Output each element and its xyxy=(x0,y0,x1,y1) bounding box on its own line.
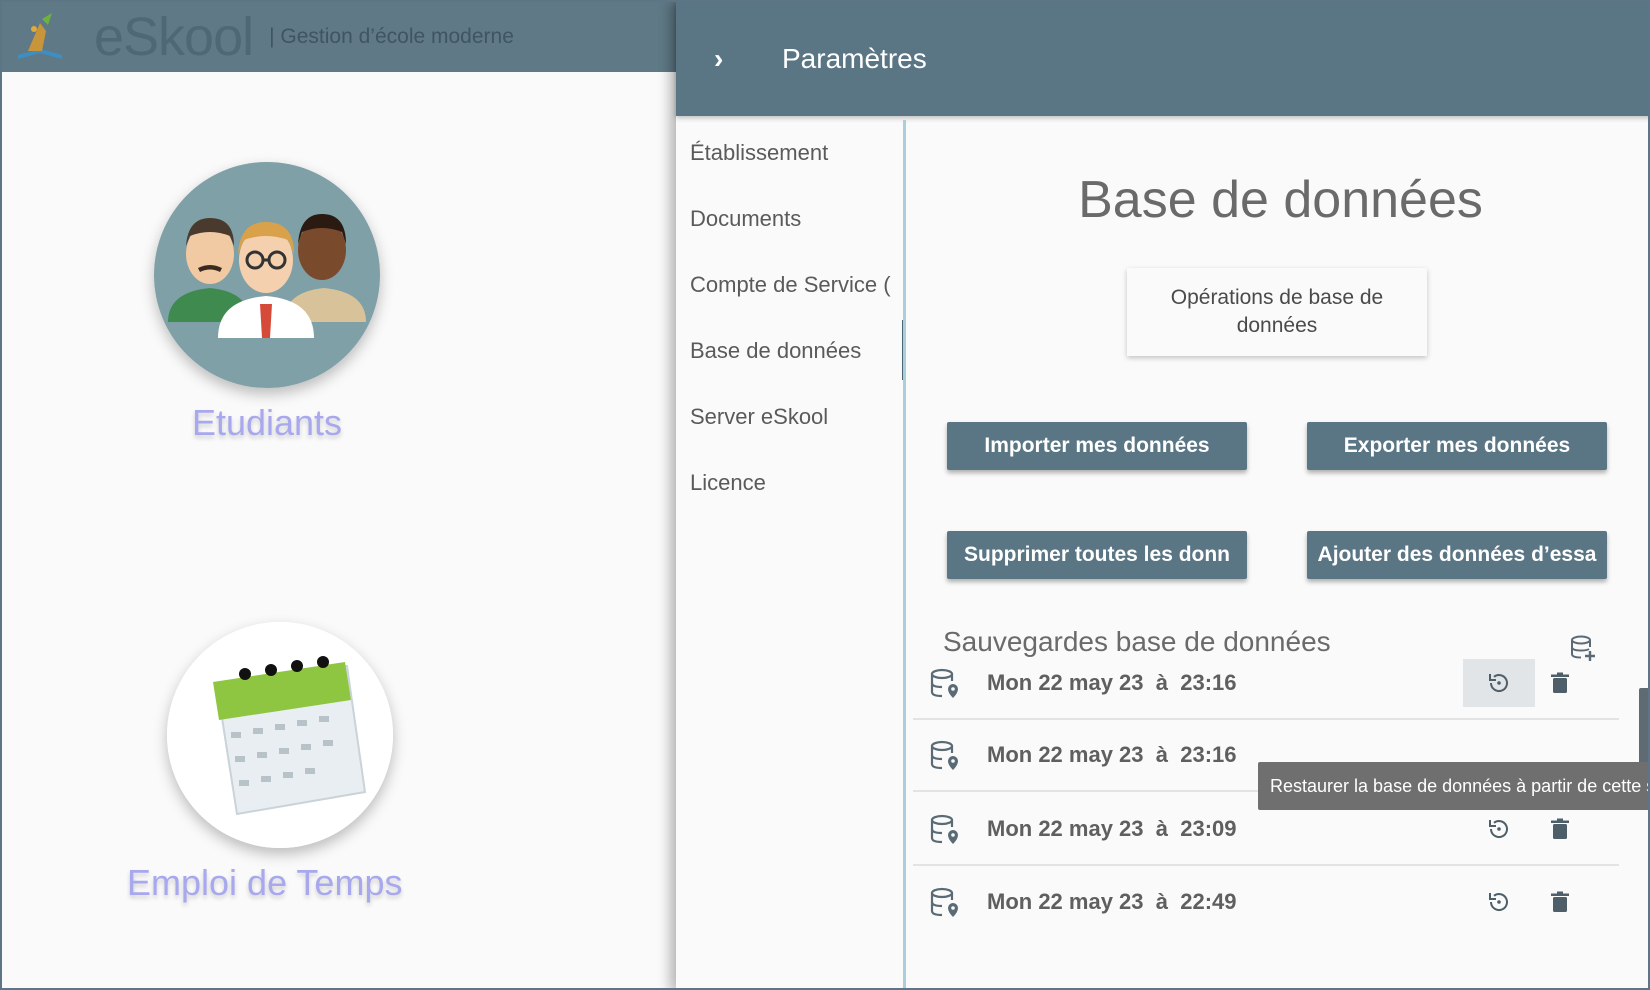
delete-backup-icon[interactable] xyxy=(1548,671,1572,695)
calendar-icon xyxy=(167,622,394,848)
database-backup-icon xyxy=(930,668,958,698)
export-data-button[interactable]: Exporter mes données xyxy=(1307,422,1607,470)
app-topbar: eSkool Gestion d’école moderne xyxy=(2,2,682,72)
nav-item-etablissement[interactable]: Établissement xyxy=(676,120,903,186)
restore-icon xyxy=(1489,674,1508,692)
database-panel: Base de données Opérations de base de do… xyxy=(909,116,1648,988)
restore-tooltip: Restaurer la base de données à partir de… xyxy=(1258,762,1648,810)
delete-backup-icon[interactable] xyxy=(1548,817,1572,841)
backups-scrollbar[interactable] xyxy=(1639,688,1648,764)
db-operations-card: Opérations de base de données xyxy=(1127,268,1427,356)
app-window: eSkool Gestion d’école moderne xyxy=(0,0,1650,990)
chevron-right-icon[interactable]: › xyxy=(714,43,744,75)
backup-date: Mon 22 may 23 à 23:09 xyxy=(987,816,1237,841)
settings-title: Paramètres xyxy=(782,43,927,74)
restore-icon xyxy=(1489,820,1508,838)
nav-item-service-account[interactable]: Compte de Service ( xyxy=(676,252,903,318)
tile-label-students: Etudiants xyxy=(191,402,343,443)
import-data-button[interactable]: Importer mes données xyxy=(947,422,1247,470)
nav-item-license[interactable]: Licence xyxy=(676,450,903,516)
backup-date: Mon 22 may 23 à 23:16 xyxy=(987,742,1237,767)
restore-backup-button[interactable] xyxy=(1463,659,1535,707)
backup-date: Mon 22 may 23 à 22:49 xyxy=(987,889,1237,914)
settings-drawer: › Paramètres Établissement Documents Com… xyxy=(676,2,1648,988)
database-backup-icon xyxy=(930,814,958,844)
brand-tagline: Gestion d’école moderne xyxy=(269,25,513,49)
students-icon xyxy=(154,162,380,388)
backup-row: Mon 22 may 23 à 22:49 xyxy=(913,866,1619,938)
brand-name: eSkool xyxy=(94,7,254,67)
settings-nav: Établissement Documents Compte de Servic… xyxy=(676,120,906,988)
backup-row: Mon 22 may 23 à 23:16 xyxy=(913,648,1619,720)
backup-date: Mon 22 may 23 à 23:16 xyxy=(987,670,1237,695)
database-backup-icon xyxy=(930,740,958,770)
home-tile-students[interactable]: Etudiants xyxy=(154,162,380,444)
database-backup-icon xyxy=(930,887,958,917)
page-title: Base de données xyxy=(1078,171,1483,229)
nav-item-database[interactable]: Base de données xyxy=(676,318,903,384)
nav-item-server[interactable]: Server eSkool xyxy=(676,384,903,450)
delete-backup-icon[interactable] xyxy=(1548,890,1572,914)
restore-backup-button[interactable] xyxy=(1463,805,1535,853)
add-sample-data-button[interactable]: Ajouter des données d’essa xyxy=(1307,531,1607,579)
eskool-logo xyxy=(18,13,62,59)
tile-label-schedule: Emploi de Temps xyxy=(127,862,403,903)
restore-backup-button[interactable] xyxy=(1463,878,1535,926)
home-tile-schedule[interactable]: Emploi de Temps xyxy=(127,622,402,904)
settings-header: › Paramètres xyxy=(676,2,1648,116)
restore-icon xyxy=(1489,893,1508,911)
nav-item-documents[interactable]: Documents xyxy=(676,186,903,252)
delete-all-data-button[interactable]: Supprimer toutes les donn xyxy=(947,531,1247,579)
